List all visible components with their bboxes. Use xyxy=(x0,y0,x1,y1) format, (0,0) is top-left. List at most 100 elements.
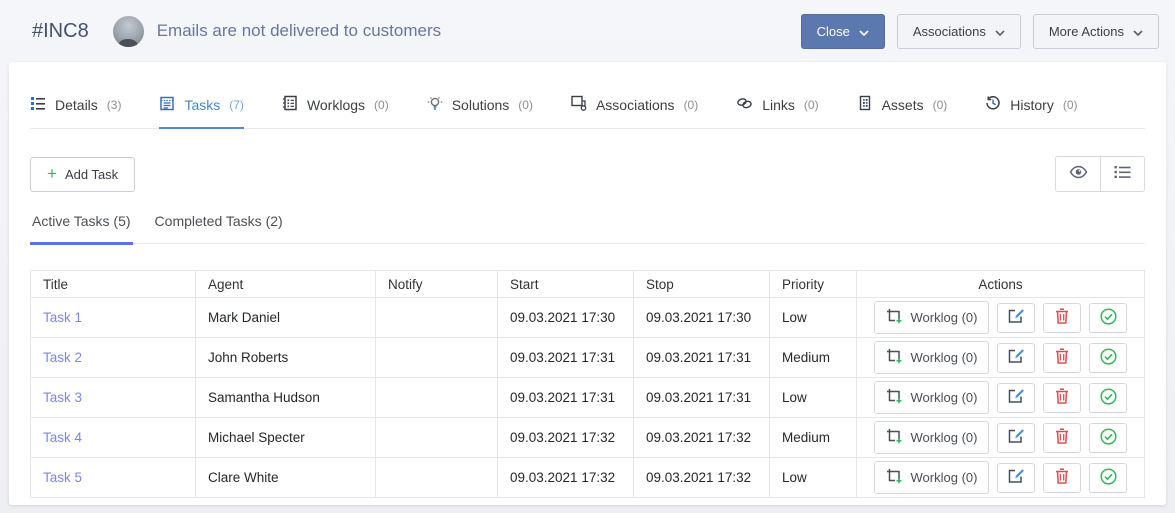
task-title-link[interactable]: Task 4 xyxy=(43,430,82,445)
subtab-active-tasks[interactable]: Active Tasks (5) xyxy=(30,209,133,245)
worklog-button[interactable]: Worklog (0) xyxy=(874,341,990,374)
worklog-button[interactable]: Worklog (0) xyxy=(874,421,990,454)
subtab-completed-tasks[interactable]: Completed Tasks (2) xyxy=(153,209,285,245)
task-priority: Low xyxy=(770,298,857,338)
complete-task-button[interactable] xyxy=(1089,463,1127,493)
check-circle-icon xyxy=(1100,348,1117,368)
task-title-link[interactable]: Task 5 xyxy=(43,470,82,485)
ticket-title: Emails are not delivered to customers xyxy=(157,21,441,41)
complete-task-button[interactable] xyxy=(1089,303,1127,333)
tab-assets[interactable]: Assets (0) xyxy=(857,95,948,129)
task-agent: Clare White xyxy=(196,458,376,498)
main-tabs: Details (3) Tasks (7) xyxy=(30,95,1145,129)
edit-icon xyxy=(1008,348,1025,367)
task-stop: 09.03.2021 17:32 xyxy=(634,458,770,498)
tab-details[interactable]: Details (3) xyxy=(30,95,121,129)
more-actions-button[interactable]: More Actions xyxy=(1033,14,1159,49)
chevron-down-icon xyxy=(1133,24,1143,39)
tab-count: (0) xyxy=(684,98,699,112)
task-title-link[interactable]: Task 3 xyxy=(43,390,82,405)
edit-task-button[interactable] xyxy=(997,343,1035,373)
column-header-agent: Agent xyxy=(196,271,376,298)
associations-button-label: Associations xyxy=(913,24,986,39)
task-start: 09.03.2021 17:30 xyxy=(498,298,634,338)
ticket-id: #INC8 xyxy=(32,20,89,43)
list-view-button[interactable] xyxy=(1100,157,1144,191)
task-start: 09.03.2021 17:31 xyxy=(498,378,634,418)
edit-icon xyxy=(1008,388,1025,407)
worklog-button-label: Worklog (0) xyxy=(911,470,978,485)
delete-task-button[interactable] xyxy=(1043,463,1081,493)
worklog-button-label: Worklog (0) xyxy=(911,350,978,365)
complete-task-button[interactable] xyxy=(1089,423,1127,453)
task-priority: Low xyxy=(770,458,857,498)
ticket-detail-card: Details (3) Tasks (7) xyxy=(9,62,1166,505)
tab-tasks[interactable]: Tasks (7) xyxy=(159,95,243,129)
check-circle-icon xyxy=(1100,428,1117,448)
worklog-button[interactable]: Worklog (0) xyxy=(874,461,990,494)
column-header-actions: Actions xyxy=(857,271,1145,298)
tab-solutions[interactable]: Solutions (0) xyxy=(427,95,533,129)
solutions-icon xyxy=(427,95,443,114)
complete-task-button[interactable] xyxy=(1089,383,1127,413)
more-actions-button-label: More Actions xyxy=(1049,24,1124,39)
edit-task-button[interactable] xyxy=(997,303,1035,333)
edit-task-button[interactable] xyxy=(997,383,1035,413)
column-header-start: Start xyxy=(498,271,634,298)
task-stop: 09.03.2021 17:31 xyxy=(634,378,770,418)
task-priority: Medium xyxy=(770,338,857,378)
watch-view-button[interactable] xyxy=(1056,157,1100,191)
delete-task-button[interactable] xyxy=(1043,423,1081,453)
associations-button[interactable]: Associations xyxy=(897,14,1021,49)
task-title-link[interactable]: Task 1 xyxy=(43,310,82,325)
trash-icon xyxy=(1055,428,1069,447)
tab-associations[interactable]: Associations (0) xyxy=(571,95,698,129)
add-task-button[interactable]: + Add Task xyxy=(30,157,135,192)
tasks-icon xyxy=(159,95,175,114)
delete-task-button[interactable] xyxy=(1043,343,1081,373)
chevron-down-icon xyxy=(995,24,1005,39)
column-header-title: Title xyxy=(31,271,196,298)
task-agent: John Roberts xyxy=(196,338,376,378)
delete-task-button[interactable] xyxy=(1043,383,1081,413)
requester-avatar xyxy=(113,16,144,47)
column-header-notify: Notify xyxy=(376,271,498,298)
task-notify xyxy=(376,458,498,498)
table-row: Task 5 Clare White 09.03.2021 17:32 09.0… xyxy=(31,458,1145,498)
worklog-button-label: Worklog (0) xyxy=(911,310,978,325)
column-header-stop: Stop xyxy=(634,271,770,298)
table-row: Task 4 Michael Specter 09.03.2021 17:32 … xyxy=(31,418,1145,458)
tab-label: Details xyxy=(55,97,98,113)
worklog-timer-icon xyxy=(886,468,903,487)
task-priority: Medium xyxy=(770,418,857,458)
plus-icon: + xyxy=(47,168,57,180)
check-circle-icon xyxy=(1100,388,1117,408)
tab-count: (0) xyxy=(374,98,389,112)
task-stop: 09.03.2021 17:31 xyxy=(634,338,770,378)
tab-count: (0) xyxy=(518,98,533,112)
trash-icon xyxy=(1055,388,1069,407)
worklog-button[interactable]: Worklog (0) xyxy=(874,301,990,334)
edit-icon xyxy=(1008,468,1025,487)
details-icon xyxy=(30,95,46,114)
task-title-link[interactable]: Task 2 xyxy=(43,350,82,365)
edit-icon xyxy=(1008,428,1025,447)
tab-count: (7) xyxy=(229,98,244,112)
view-toggle-group xyxy=(1055,156,1145,192)
table-row: Task 3 Samantha Hudson 09.03.2021 17:31 … xyxy=(31,378,1145,418)
tab-worklogs[interactable]: Worklogs (0) xyxy=(282,95,389,129)
tasks-toolbar: + Add Task xyxy=(30,156,1145,192)
worklog-button[interactable]: Worklog (0) xyxy=(874,381,990,414)
delete-task-button[interactable] xyxy=(1043,303,1081,333)
trash-icon xyxy=(1055,348,1069,367)
tab-links[interactable]: Links (0) xyxy=(736,95,818,129)
tab-label: Assets xyxy=(882,97,924,113)
complete-task-button[interactable] xyxy=(1089,343,1127,373)
worklog-timer-icon xyxy=(886,428,903,447)
task-agent: Michael Specter xyxy=(196,418,376,458)
edit-task-button[interactable] xyxy=(997,463,1035,493)
edit-task-button[interactable] xyxy=(997,423,1035,453)
tab-history[interactable]: History (0) xyxy=(985,95,1077,129)
close-button[interactable]: Close xyxy=(801,14,885,49)
table-row: Task 1 Mark Daniel 09.03.2021 17:30 09.0… xyxy=(31,298,1145,338)
